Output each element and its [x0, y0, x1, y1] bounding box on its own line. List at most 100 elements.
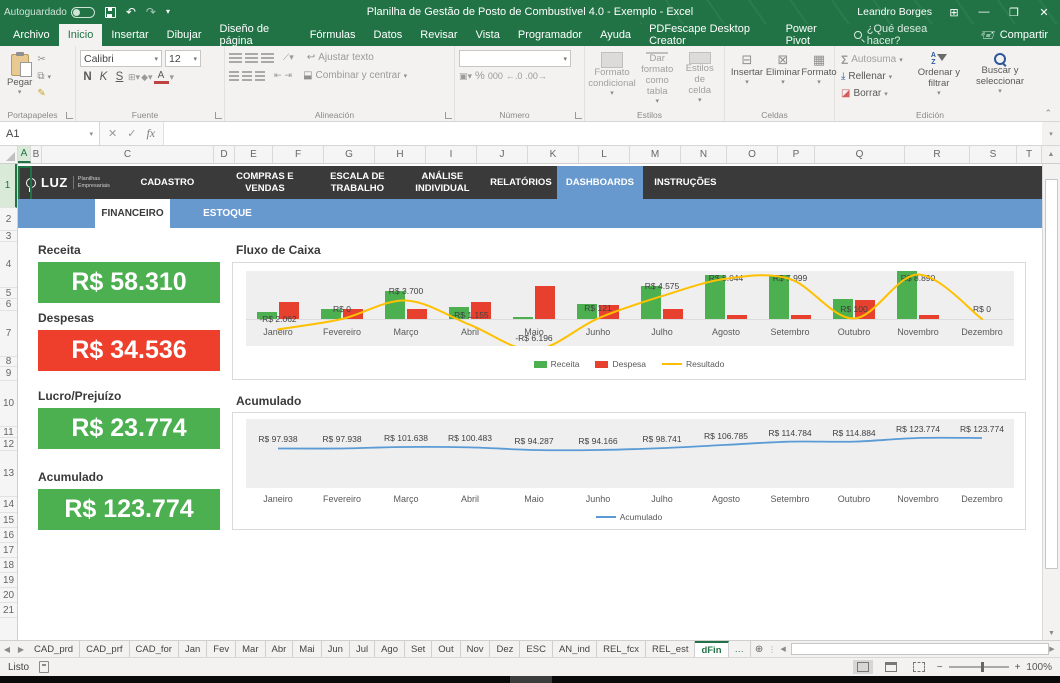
number-format-combo[interactable]: ▾: [459, 50, 571, 67]
sheet-tab-set[interactable]: Set: [405, 641, 432, 657]
vertical-scroll-up-icon[interactable]: ▲: [1042, 146, 1060, 163]
minimize-button[interactable]: —: [976, 6, 992, 18]
sheet-tab-cad-prf[interactable]: CAD_prf: [80, 641, 129, 657]
sheet-tab-nov[interactable]: Nov: [461, 641, 491, 657]
clipboard-dialog-launcher[interactable]: [66, 112, 73, 119]
row-header-11[interactable]: 11: [0, 427, 17, 438]
sort-filter-button[interactable]: AZ Ordenar y filtrar▾: [909, 50, 969, 107]
align-right-icon[interactable]: [255, 71, 265, 81]
bold-button[interactable]: N: [80, 71, 95, 83]
user-name[interactable]: Leandro Borges: [857, 6, 932, 18]
page-break-view-icon[interactable]: [909, 660, 929, 674]
close-button[interactable]: ✕: [1036, 6, 1052, 19]
fill-color-icon[interactable]: ◆▾: [141, 72, 152, 83]
qat-customize-icon[interactable]: ▾: [166, 8, 170, 16]
row-header-14[interactable]: 14: [0, 497, 17, 513]
column-header-l[interactable]: L: [579, 146, 630, 163]
sheet-tab-out[interactable]: Out: [432, 641, 460, 657]
sheet-tab-jul[interactable]: Jul: [350, 641, 375, 657]
row-header-10[interactable]: 10: [0, 381, 17, 427]
ribbon-display-options-icon[interactable]: ⊞: [946, 6, 962, 19]
column-header-a[interactable]: A: [18, 146, 31, 163]
menu-tab-archivo[interactable]: Archivo: [4, 24, 59, 46]
font-name-combo[interactable]: Calibri▾: [80, 50, 162, 67]
accessibility-checker-icon[interactable]: [39, 661, 49, 673]
format-cells-button[interactable]: ▦ Formato▾: [801, 50, 837, 107]
nav-item-escala-de-trabalho[interactable]: ESCALA DE TRABALHO: [315, 166, 400, 199]
decrease-decimal-icon[interactable]: .00→: [525, 71, 547, 81]
column-header-g[interactable]: G: [324, 146, 375, 163]
row-header-17[interactable]: 17: [0, 543, 17, 558]
borders-icon[interactable]: ⊞▾: [128, 72, 140, 83]
menu-tab-dibujar[interactable]: Dibujar: [158, 24, 211, 46]
horizontal-scroll-thumb[interactable]: [791, 643, 1049, 655]
row-header-19[interactable]: 19: [0, 573, 17, 588]
name-box[interactable]: A1▾: [0, 122, 100, 145]
font-color-icon[interactable]: A: [154, 70, 169, 84]
sheet-tab-dfin[interactable]: dFin: [695, 641, 728, 657]
hscroll-left-icon[interactable]: ◀: [777, 643, 789, 655]
save-icon[interactable]: [105, 7, 116, 18]
column-header-f[interactable]: F: [273, 146, 324, 163]
delete-cells-button[interactable]: ⊠ Eliminar▾: [765, 50, 801, 107]
format-painter-icon[interactable]: ✎: [37, 86, 51, 101]
sheet-tab-rel-est[interactable]: REL_est: [646, 641, 695, 657]
column-header-k[interactable]: K: [528, 146, 579, 163]
horizontal-scrollbar[interactable]: ◀ ▶: [777, 641, 1060, 657]
fill-button[interactable]: ⤓ Rellenar ▾: [841, 69, 907, 84]
row-header-18[interactable]: 18: [0, 558, 17, 573]
column-header-t[interactable]: T: [1017, 146, 1042, 163]
zoom-out-icon[interactable]: −: [937, 662, 943, 673]
column-header-c[interactable]: C: [42, 146, 214, 163]
subnav-tab-financeiro[interactable]: FINANCEIRO: [95, 199, 170, 228]
row-header-20[interactable]: 20: [0, 588, 17, 603]
formula-input[interactable]: [164, 122, 1042, 145]
collapse-ribbon-icon[interactable]: ⌃: [1036, 106, 1060, 121]
column-header-b[interactable]: B: [31, 146, 42, 163]
menu-tab-f-rmulas[interactable]: Fórmulas: [301, 24, 365, 46]
wrap-text-button[interactable]: ↩ Ajustar texto: [307, 50, 374, 65]
menu-tab-insertar[interactable]: Insertar: [102, 24, 157, 46]
sheet-tab-dez[interactable]: Dez: [490, 641, 520, 657]
zoom-level[interactable]: 100%: [1026, 662, 1052, 673]
row-header-2[interactable]: 2: [0, 208, 17, 231]
align-top-icon[interactable]: [229, 53, 242, 63]
sheet-nav-left-icon[interactable]: ◀: [0, 641, 14, 657]
column-header-r[interactable]: R: [905, 146, 970, 163]
sheet-tab-esc[interactable]: ESC: [520, 641, 553, 657]
share-button[interactable]: 🖅 Compartir: [969, 24, 1060, 46]
autosave-toggle[interactable]: Autoguardado: [4, 7, 95, 18]
vertical-scrollbar[interactable]: ▼: [1042, 164, 1060, 640]
acumulado-chart[interactable]: R$ 97.938R$ 97.938R$ 101.638R$ 100.483R$…: [232, 412, 1026, 530]
column-header-j[interactable]: J: [477, 146, 528, 163]
fluxo-de-caixa-chart[interactable]: -R$ 2.062JaneiroR$ 0FevereiroR$ 3.700Mar…: [232, 262, 1026, 380]
menu-tab-power-pivot[interactable]: Power Pivot: [777, 24, 844, 46]
column-header-i[interactable]: I: [426, 146, 477, 163]
normal-view-icon[interactable]: [853, 660, 873, 674]
expand-formula-bar-icon[interactable]: ▾: [1042, 122, 1060, 145]
merge-center-button[interactable]: ⬓ Combinar y centrar ▾: [303, 68, 407, 83]
row-header-4[interactable]: 4: [0, 242, 17, 288]
menu-tab-dise-o-de-p-gina[interactable]: Diseño de página: [211, 24, 301, 46]
align-center-icon[interactable]: [242, 71, 252, 81]
underline-button[interactable]: S: [112, 71, 127, 83]
sheet-tab-jan[interactable]: Jan: [179, 641, 207, 657]
sheet-tab-fev[interactable]: Fev: [207, 641, 236, 657]
copy-icon[interactable]: ⧉ ▾: [37, 69, 51, 84]
row-header-1[interactable]: 1: [0, 164, 17, 208]
insert-cells-button[interactable]: ⊟ Insertar▾: [729, 50, 765, 107]
orientation-icon[interactable]: ⟋▾: [283, 52, 294, 63]
cell-styles-button[interactable]: Estilos de celda▾: [679, 50, 720, 107]
paste-button[interactable]: Pegar▾: [4, 50, 35, 103]
row-header-16[interactable]: 16: [0, 528, 17, 543]
column-header-e[interactable]: E: [235, 146, 273, 163]
autosum-button[interactable]: Σ Autosuma ▾: [841, 52, 907, 67]
new-sheet-icon[interactable]: ⊕: [751, 641, 767, 657]
sheet-tab-overflow[interactable]: …: [729, 641, 752, 657]
align-left-icon[interactable]: [229, 71, 239, 81]
confirm-entry-icon[interactable]: ✓: [127, 127, 136, 140]
sheet-tab-jun[interactable]: Jun: [322, 641, 350, 657]
zoom-slider-thumb[interactable]: [981, 662, 984, 672]
row-header-6[interactable]: 6: [0, 299, 17, 311]
nav-item-instru-es[interactable]: INSTRUÇÕES: [643, 166, 728, 199]
